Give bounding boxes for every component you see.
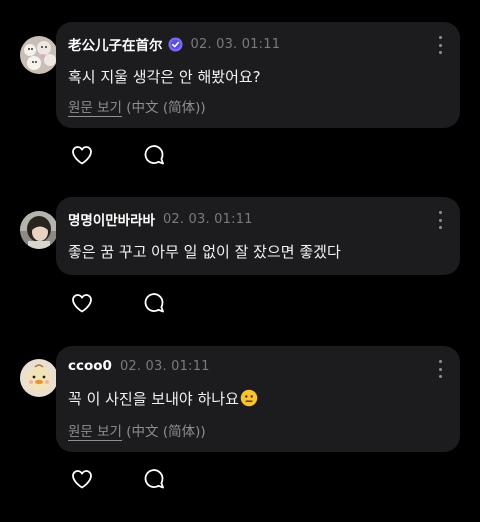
more-vertical-icon[interactable]	[432, 211, 448, 229]
timestamp: 02. 03. 01:11	[162, 211, 253, 227]
username[interactable]: 명명이만바라바	[68, 209, 155, 229]
timestamp: 02. 03. 01:11	[119, 358, 210, 374]
timestamp: 02. 03. 01:11	[190, 36, 281, 52]
comment-header: 명명이만바라바 02. 03. 01:11	[68, 209, 253, 230]
translate-row: 원문 보기 (中文 (简体))	[68, 96, 206, 117]
comment-bubble: 老公儿子在首尔 02. 03. 01:11 혹시 지울 생각은 안 해봤어요? …	[56, 22, 460, 128]
username[interactable]: ccoo0	[68, 358, 112, 374]
comment-text: 좋은 꿈 꾸고 아무 일 없이 잘 잤으면 좋겠다	[68, 243, 341, 261]
avatar[interactable]	[20, 211, 58, 249]
speech-bubble-outline-icon	[144, 145, 164, 165]
reply-button[interactable]	[142, 291, 166, 315]
heart-outline-icon	[72, 470, 92, 489]
view-original-link[interactable]: 원문 보기	[68, 424, 122, 441]
avatar[interactable]	[20, 359, 58, 397]
avatar-plush-dolls	[20, 36, 58, 74]
comment-text-row: 꼭 이 사진을 보내야 하나요	[68, 388, 258, 409]
comment-actions	[70, 143, 166, 167]
verified-badge-icon	[167, 36, 183, 52]
comment-bubble: ccoo0 02. 03. 01:11 꼭 이 사진을 보내야 하나요 원문 보…	[56, 346, 460, 452]
comment-actions	[70, 467, 166, 491]
comment-header: ccoo0 02. 03. 01:11	[68, 358, 210, 374]
translate-row: 원문 보기 (中文 (简体))	[68, 420, 206, 441]
more-vertical-icon[interactable]	[432, 360, 448, 378]
comment-bubble: 명명이만바라바 02. 03. 01:11 좋은 꿈 꾸고 아무 일 없이 잘 …	[56, 197, 460, 275]
translate-language: (中文 (简体))	[121, 424, 206, 440]
speech-bubble-outline-icon	[144, 469, 164, 489]
like-button[interactable]	[70, 291, 94, 315]
comment-actions	[70, 291, 166, 315]
like-button[interactable]	[70, 143, 94, 167]
heart-outline-icon	[72, 294, 92, 313]
more-vertical-icon[interactable]	[432, 36, 448, 54]
translate-language: (中文 (简体))	[121, 100, 206, 116]
view-original-link[interactable]: 원문 보기	[68, 100, 122, 117]
avatar-duck-plush	[20, 359, 58, 397]
speech-bubble-outline-icon	[144, 293, 164, 313]
username[interactable]: 老公儿子在首尔	[68, 34, 163, 54]
comment-text: 혹시 지울 생각은 안 해봤어요?	[68, 68, 261, 86]
avatar-person-photo	[20, 211, 58, 249]
comment-text: 꼭 이 사진을 보내야 하나요	[68, 390, 239, 408]
avatar[interactable]	[20, 36, 58, 74]
comment-feed: 老公儿子在首尔 02. 03. 01:11 혹시 지울 생각은 안 해봤어요? …	[0, 0, 480, 522]
heart-outline-icon	[72, 146, 92, 165]
neutral-face-emoji	[240, 389, 258, 407]
comment-header: 老公儿子在首尔 02. 03. 01:11	[68, 34, 281, 55]
reply-button[interactable]	[142, 143, 166, 167]
like-button[interactable]	[70, 467, 94, 491]
reply-button[interactable]	[142, 467, 166, 491]
